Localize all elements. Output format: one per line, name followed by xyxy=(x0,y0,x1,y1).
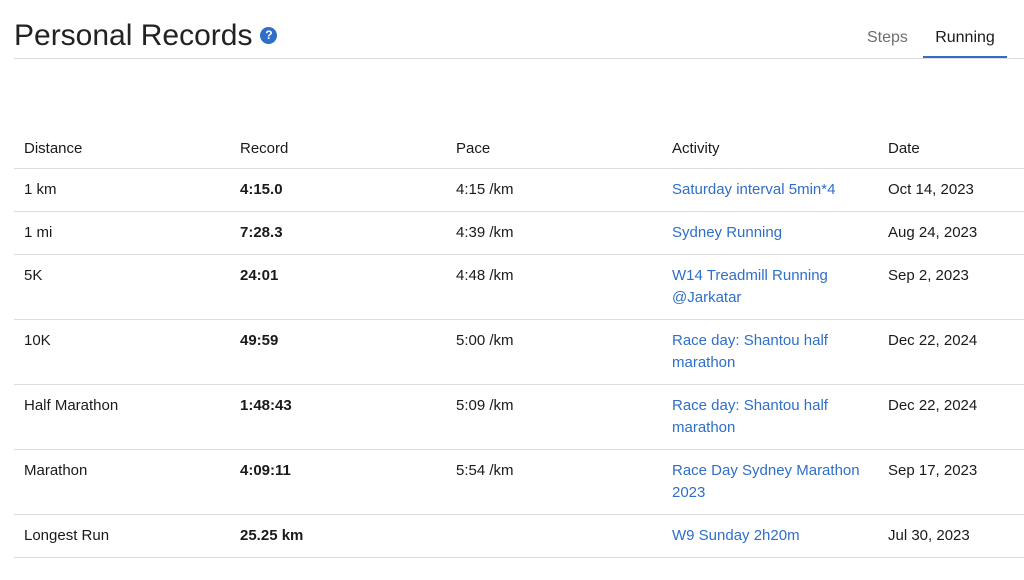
pace-cell: 5:54 /km xyxy=(446,449,662,515)
date-cell: Jul 30, 2023 xyxy=(878,514,1024,558)
activity-cell: Race day: Shantou half marathon xyxy=(662,384,878,450)
table-row: 5K 24:01 4:48 /km W14 Treadmill Running … xyxy=(14,254,1024,320)
record-cell: 25.25 km xyxy=(230,514,446,558)
record-cell: 7:28.3 xyxy=(230,211,446,255)
help-icon[interactable]: ? xyxy=(260,26,278,44)
pace-cell: 5:09 /km xyxy=(446,384,662,450)
distance-cell: 1 km xyxy=(14,168,230,212)
page-title: Personal Records? xyxy=(14,18,278,54)
record-cell: 4:15.0 xyxy=(230,168,446,212)
date-cell: Sep 2, 2023 xyxy=(878,254,1024,320)
records-table: Distance Record Pace Activity Date 1 km … xyxy=(14,128,1024,558)
distance-cell: 10K xyxy=(14,319,230,385)
distance-cell: Half Marathon xyxy=(14,384,230,450)
activity-link[interactable]: W9 Sunday 2h20m xyxy=(672,527,800,544)
pace-cell: 4:15 /km xyxy=(446,168,662,212)
table-header-row: Distance Record Pace Activity Date xyxy=(14,128,1024,169)
table-row: Longest Run 25.25 km W9 Sunday 2h20m Jul… xyxy=(14,514,1024,558)
table-row: 1 km 4:15.0 4:15 /km Saturday interval 5… xyxy=(14,168,1024,212)
activity-cell: Race day: Shantou half marathon xyxy=(662,319,878,385)
activity-cell: W9 Sunday 2h20m xyxy=(662,514,878,558)
activity-cell: Race Day Sydney Marathon 2023 xyxy=(662,449,878,515)
distance-cell: Longest Run xyxy=(14,514,230,558)
activity-link[interactable]: Race Day Sydney Marathon 2023 xyxy=(672,462,860,501)
activity-cell: Saturday interval 5min*4 xyxy=(662,168,878,212)
page-header: Personal Records? Steps Running C xyxy=(14,0,1024,59)
column-header-activity[interactable]: Activity xyxy=(662,128,878,169)
date-cell: Sep 17, 2023 xyxy=(878,449,1024,515)
pace-cell xyxy=(446,514,662,558)
record-cell: 24:01 xyxy=(230,254,446,320)
column-header-distance[interactable]: Distance xyxy=(14,128,230,169)
column-header-pace[interactable]: Pace xyxy=(446,128,662,169)
date-cell: Dec 22, 2024 xyxy=(878,319,1024,385)
activity-link[interactable]: Sydney Running xyxy=(672,224,782,241)
table-row: Half Marathon 1:48:43 5:09 /km Race day:… xyxy=(14,384,1024,450)
table-row: 1 mi 7:28.3 4:39 /km Sydney Running Aug … xyxy=(14,211,1024,255)
date-cell: Aug 24, 2023 xyxy=(878,211,1024,255)
distance-cell: 5K xyxy=(14,254,230,320)
record-type-tabs: Steps Running C xyxy=(854,0,1024,58)
distance-cell: 1 mi xyxy=(14,211,230,255)
activity-link[interactable]: Race day: Shantou half marathon xyxy=(672,397,828,436)
table-row: Marathon 4:09:11 5:54 /km Race Day Sydne… xyxy=(14,449,1024,515)
page-title-text: Personal Records xyxy=(14,19,253,52)
distance-cell: Marathon xyxy=(14,449,230,515)
record-cell: 4:09:11 xyxy=(230,449,446,515)
activity-cell: W14 Treadmill Running @Jarkatar xyxy=(662,254,878,320)
activity-link[interactable]: Race day: Shantou half marathon xyxy=(672,332,828,371)
column-header-record[interactable]: Record xyxy=(230,128,446,169)
pace-cell: 5:00 /km xyxy=(446,319,662,385)
activity-link[interactable]: W14 Treadmill Running @Jarkatar xyxy=(672,267,828,306)
activity-cell: Sydney Running xyxy=(662,211,878,255)
record-cell: 1:48:43 xyxy=(230,384,446,450)
table-row: 10K 49:59 5:00 /km Race day: Shantou hal… xyxy=(14,319,1024,385)
tab-steps[interactable]: Steps xyxy=(867,28,908,48)
pace-cell: 4:48 /km xyxy=(446,254,662,320)
pace-cell: 4:39 /km xyxy=(446,211,662,255)
date-cell: Dec 22, 2024 xyxy=(878,384,1024,450)
column-header-date[interactable]: Date xyxy=(878,128,1024,169)
record-cell: 49:59 xyxy=(230,319,446,385)
date-cell: Oct 14, 2023 xyxy=(878,168,1024,212)
activity-link[interactable]: Saturday interval 5min*4 xyxy=(672,181,835,198)
tab-running[interactable]: Running xyxy=(923,28,1007,58)
